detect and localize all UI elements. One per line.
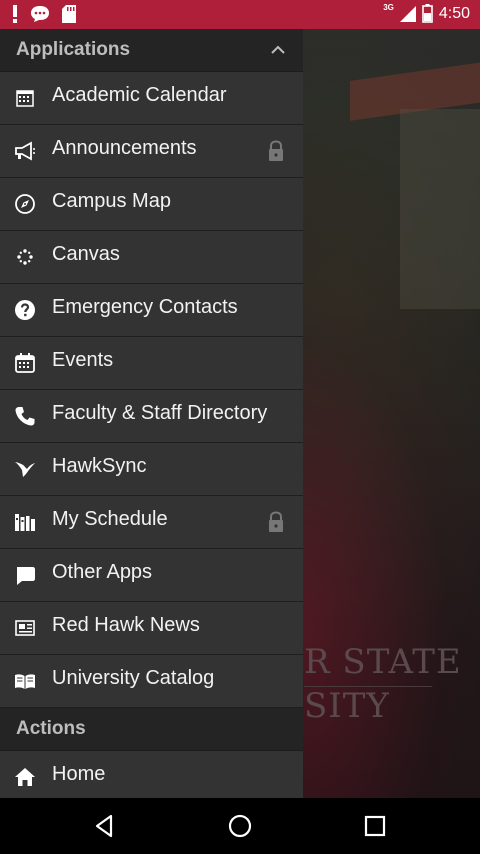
system-navigation-bar <box>0 798 480 854</box>
background-rule <box>304 686 432 687</box>
menu-item-label: Announcements <box>52 137 197 159</box>
actions-header: Actions <box>0 708 303 751</box>
calendar-icon <box>15 353 35 373</box>
menu-item-canvas[interactable]: Canvas <box>0 231 303 284</box>
background-text-line1: R STATE <box>304 642 462 682</box>
menu-item-other-apps[interactable]: Other Apps <box>0 549 303 602</box>
menu-item-university-catalog[interactable]: University Catalog <box>0 655 303 708</box>
hawk-icon <box>15 462 35 477</box>
menu-item-label: HawkSync <box>52 455 147 477</box>
newspaper-icon <box>15 620 35 636</box>
actions-title: Actions <box>16 718 86 739</box>
clock: 4:50 <box>438 4 470 22</box>
lock-icon <box>269 511 283 532</box>
menu-item-red-hawk-news[interactable]: Red Hawk News <box>0 602 303 655</box>
compass-icon <box>15 194 35 214</box>
background-text-line2: SITY <box>304 686 390 726</box>
menu-item-emergency-contacts[interactable]: Emergency Contacts <box>0 284 303 337</box>
chat-bubble-icon <box>17 567 35 585</box>
sd-card-icon <box>62 5 76 23</box>
canvas-logo-icon <box>17 249 33 265</box>
navigation-drawer: Applications Academic Calendar Announcem… <box>0 29 303 798</box>
alert-icon <box>13 5 17 23</box>
status-bar: 3G 4:50 <box>0 0 480 29</box>
menu-item-announcements[interactable]: Announcements <box>0 125 303 178</box>
menu-item-label: Other Apps <box>52 561 153 583</box>
network-type: 3G <box>383 3 394 12</box>
help-circle-icon <box>15 300 35 320</box>
menu-item-campus-map[interactable]: Campus Map <box>0 178 303 231</box>
open-book-icon <box>15 674 35 689</box>
menu-item-label: Canvas <box>52 243 120 265</box>
menu-item-label: Red Hawk News <box>52 614 200 636</box>
home-circle-icon[interactable] <box>226 812 254 840</box>
menu-item-faculty-staff-directory[interactable]: Faculty & Staff Directory <box>0 390 303 443</box>
menu-item-label: Academic Calendar <box>52 84 227 106</box>
recents-icon[interactable] <box>361 812 389 840</box>
applications-header[interactable]: Applications <box>0 29 303 72</box>
back-icon[interactable] <box>91 812 119 840</box>
chevron-up-icon[interactable] <box>271 43 285 57</box>
menu-item-label: Home <box>52 763 106 785</box>
menu-item-events[interactable]: Events <box>0 337 303 390</box>
chat-notification-icon <box>31 6 49 22</box>
books-icon <box>15 514 35 531</box>
battery-icon <box>422 4 433 23</box>
calendar-grid-icon <box>16 90 34 107</box>
menu-item-label: My Schedule <box>52 508 168 530</box>
lock-icon <box>269 140 283 161</box>
menu-item-home[interactable]: Home <box>0 751 303 798</box>
menu-item-label: University Catalog <box>52 667 215 689</box>
menu-item-my-schedule[interactable]: My Schedule <box>0 496 303 549</box>
menu-item-label: Events <box>52 349 114 371</box>
menu-item-academic-calendar[interactable]: Academic Calendar <box>0 72 303 125</box>
signal-icon <box>399 5 416 22</box>
background-text: R STATE SITY <box>304 640 462 728</box>
megaphone-icon <box>15 141 35 161</box>
phone-icon <box>15 407 35 426</box>
menu-item-label: Campus Map <box>52 190 171 212</box>
background-wall <box>400 109 480 309</box>
menu-item-label: Emergency Contacts <box>52 296 238 318</box>
home-icon <box>15 768 35 786</box>
menu-item-label: Faculty & Staff Directory <box>52 402 268 424</box>
applications-title: Applications <box>16 39 131 60</box>
menu-item-hawksync[interactable]: HawkSync <box>0 443 303 496</box>
